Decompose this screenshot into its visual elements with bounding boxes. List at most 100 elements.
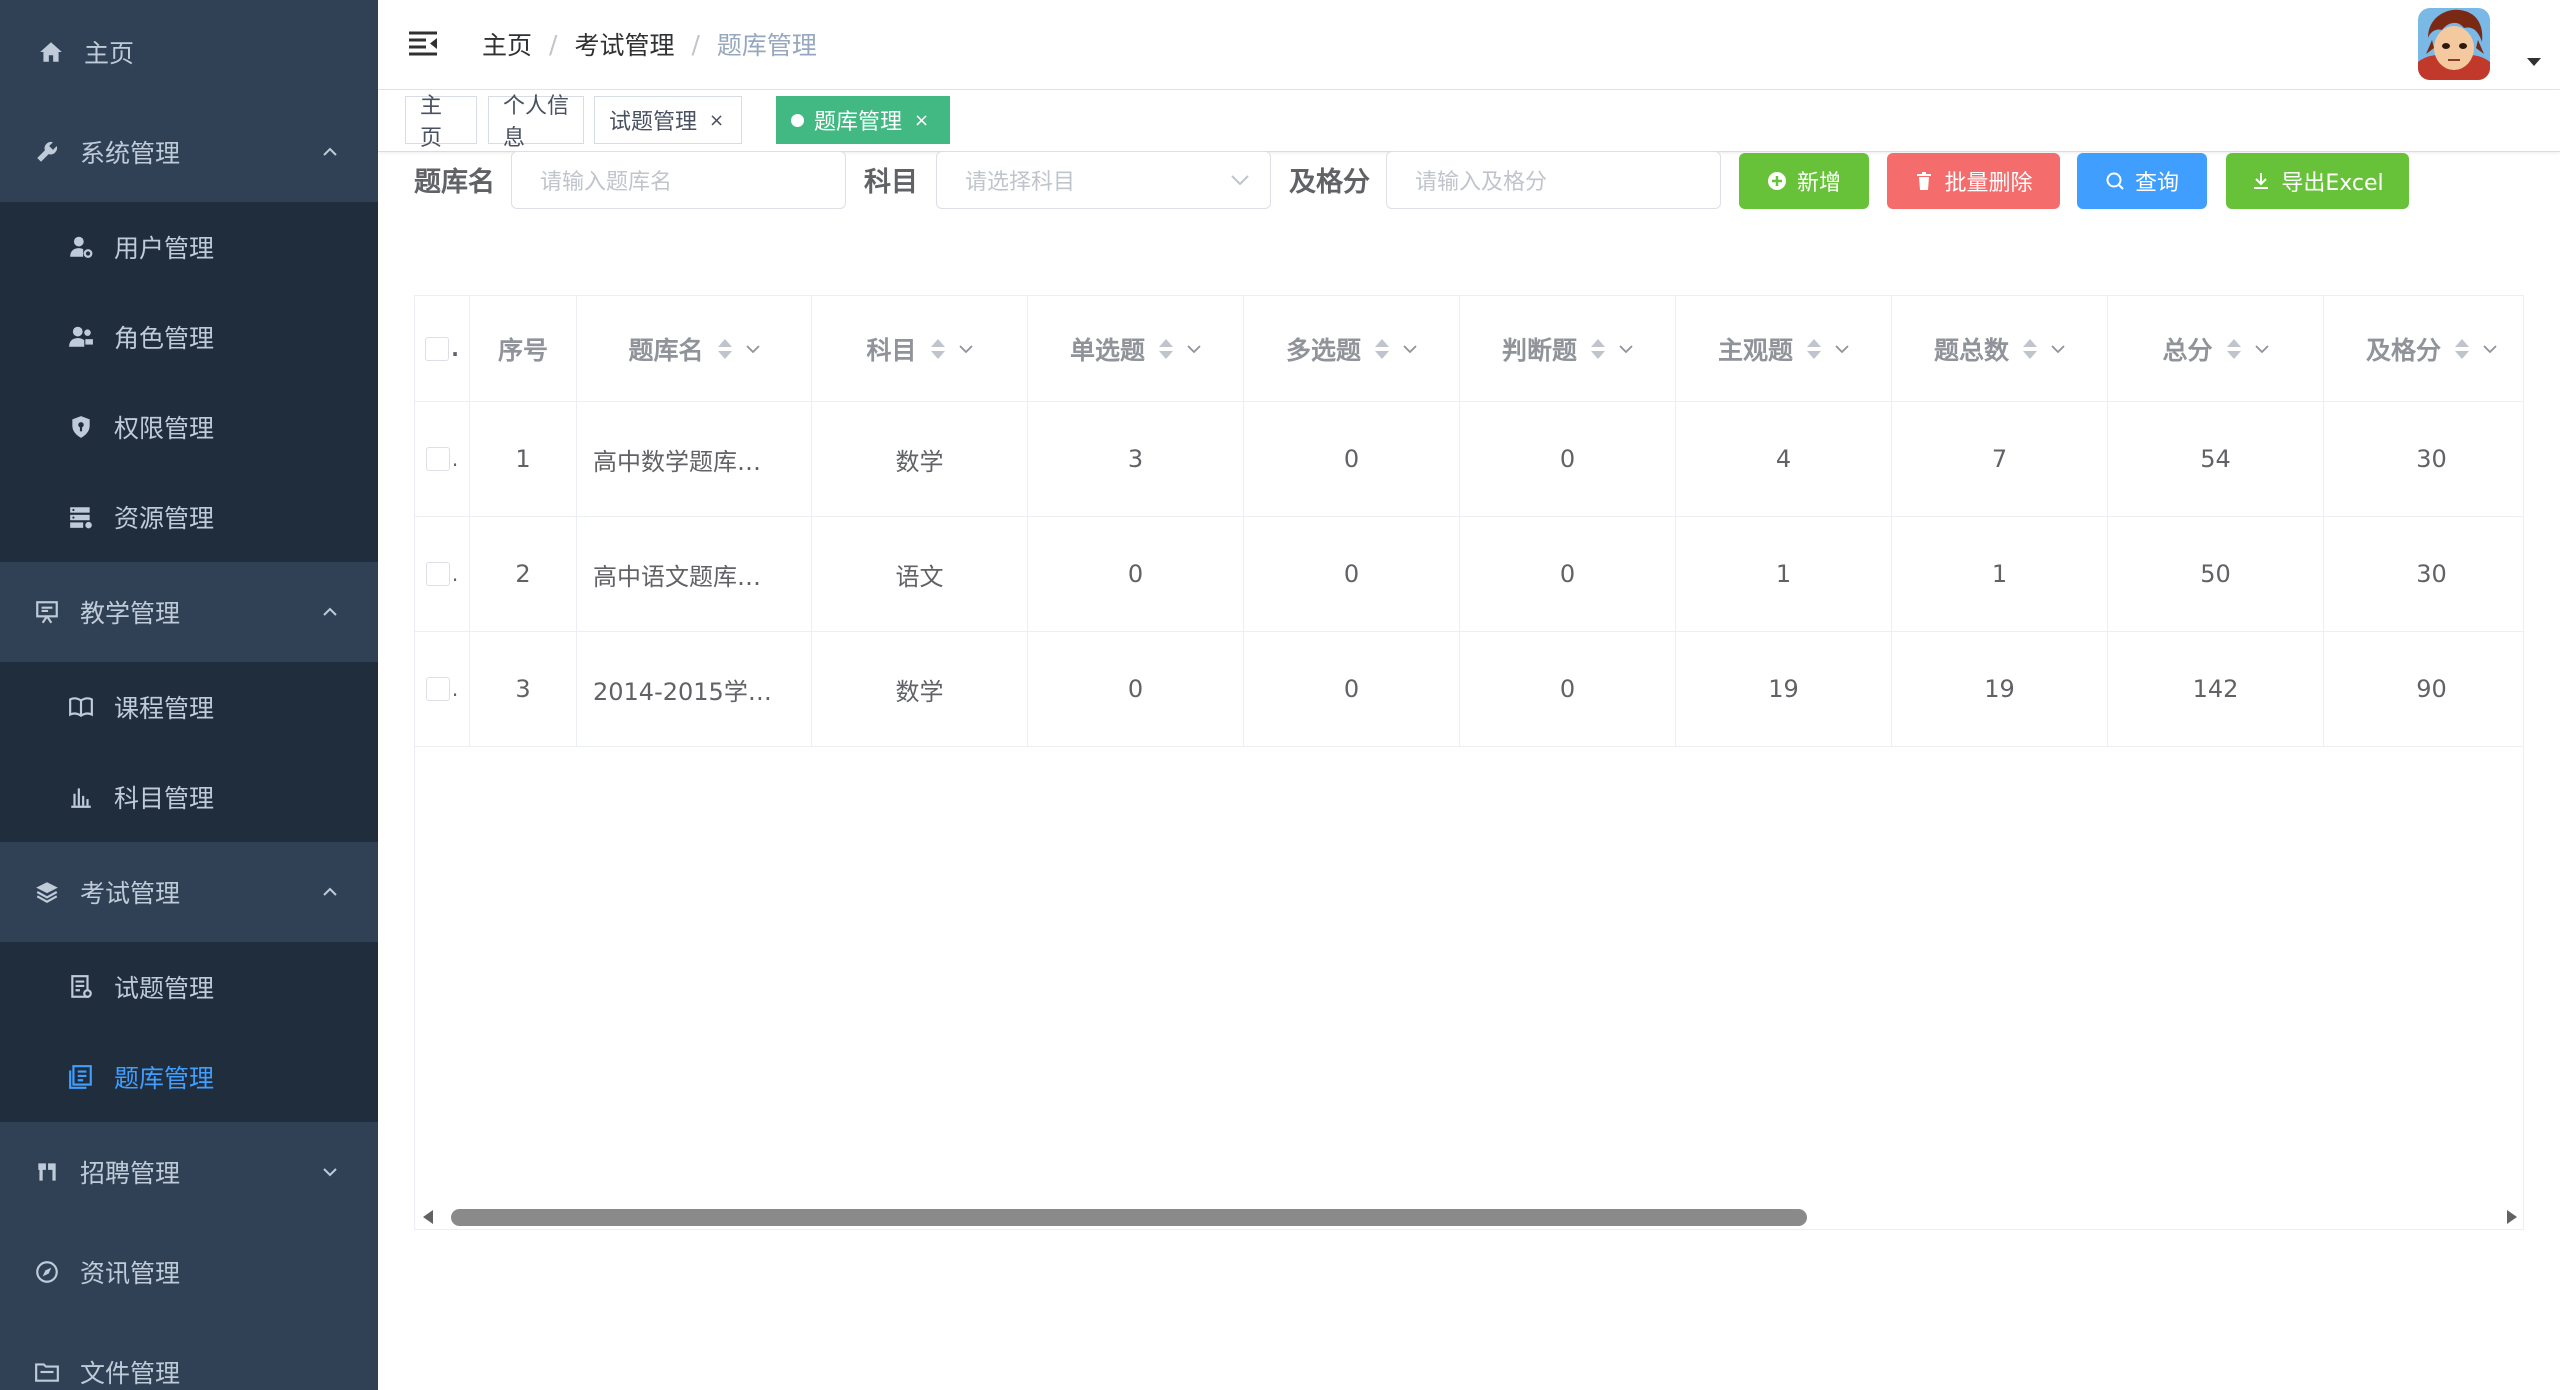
scroll-right-icon[interactable] [2505, 1209, 2519, 1225]
sidebar-item-exam[interactable]: 考试管理 [0, 842, 378, 942]
select-all-checkbox[interactable] [425, 336, 450, 361]
filter-chevron-icon[interactable] [2051, 344, 2065, 354]
filter-chevron-icon[interactable] [1187, 344, 1201, 354]
export-excel-button[interactable]: 导出Excel [2226, 153, 2409, 209]
sidebar-item-questions[interactable]: 试题管理 [0, 942, 378, 1032]
subject-select[interactable]: 请选择科目 [936, 151, 1271, 209]
sort-icon[interactable] [1373, 337, 1391, 361]
sidebar-item-resources[interactable]: 资源管理 [0, 472, 378, 562]
batch-delete-button[interactable]: 批量删除 [1887, 153, 2060, 209]
row-checkbox[interactable] [425, 677, 450, 701]
sort-icon[interactable] [2225, 337, 2243, 361]
recruit-icon [32, 1157, 62, 1187]
hamburger-icon[interactable] [406, 27, 440, 61]
table-header: . 序号 题库名 科目 单选题 多选题 判断题 主观题 题总数 总分 及格分 [415, 296, 2523, 402]
horizontal-scrollbar[interactable] [415, 1203, 2523, 1229]
col-header-label: 单选题 [1069, 335, 1145, 365]
caret-down-icon[interactable] [2526, 56, 2542, 68]
col-header-total-questions[interactable]: 题总数 [1892, 296, 2108, 401]
col-header-multi-choice[interactable]: 多选题 [1244, 296, 1460, 401]
cell-subjective: 1 [1676, 517, 1892, 631]
close-icon[interactable]: × [914, 110, 929, 131]
name-label: 题库名 [414, 167, 495, 198]
batch-delete-button-label: 批量删除 [1944, 171, 2033, 196]
scroll-left-icon[interactable] [421, 1209, 435, 1225]
sidebar-item-teaching[interactable]: 教学管理 [0, 562, 378, 662]
sort-icon[interactable] [716, 337, 734, 361]
col-header-pass-score[interactable]: 及格分 [2324, 296, 2523, 401]
user-icon [66, 232, 96, 262]
breadcrumb-exam[interactable]: 考试管理 [574, 26, 674, 62]
table-row[interactable]: . 1 高中数学题库… 数学 3 0 0 4 7 54 30 [415, 402, 2523, 517]
col-header-true-false[interactable]: 判断题 [1460, 296, 1676, 401]
tag-label: 主页 [420, 94, 443, 151]
cell-true-false: 0 [1460, 517, 1676, 631]
chevron-up-icon [323, 607, 337, 616]
scrollbar-thumb[interactable] [451, 1209, 1807, 1226]
cell-subject: 数学 [812, 632, 1028, 746]
breadcrumb-separator: / [549, 29, 558, 59]
sidebar-item-system[interactable]: 系统管理 [0, 102, 378, 202]
navbar: 主页 / 考试管理 / 题库管理 [378, 0, 2560, 90]
pass-score-input[interactable]: 请输入及格分 [1386, 151, 1721, 209]
add-button[interactable]: 新增 [1739, 153, 1869, 209]
sidebar-item-label: 课程管理 [114, 694, 215, 723]
sidebar-item-users[interactable]: 用户管理 [0, 202, 378, 292]
close-icon[interactable]: × [709, 110, 724, 131]
row-checkbox[interactable] [425, 562, 450, 586]
sidebar-item-news[interactable]: 资讯管理 [0, 1222, 378, 1322]
filter-chevron-icon[interactable] [2483, 344, 2497, 354]
sidebar-item-question-bank[interactable]: 题库管理 [0, 1032, 378, 1122]
sidebar-item-label: 试题管理 [114, 974, 215, 1003]
tag-question-bank[interactable]: 题库管理 × [776, 96, 950, 144]
sort-icon[interactable] [1805, 337, 1823, 361]
filter-chevron-icon[interactable] [958, 344, 973, 354]
layers-icon [32, 877, 62, 907]
sidebar-item-roles[interactable]: 角色管理 [0, 292, 378, 382]
col-header-single-choice[interactable]: 单选题 [1028, 296, 1244, 401]
name-input[interactable]: 请输入题库名 [511, 151, 846, 209]
breadcrumb-current: 题库管理 [716, 31, 817, 60]
query-button[interactable]: 查询 [2077, 153, 2207, 209]
cell-name: 2014-2015学… [577, 632, 812, 746]
table-row[interactable]: . 2 高中语文题库… 语文 0 0 0 1 1 50 30 [415, 517, 2523, 632]
sort-icon[interactable] [1157, 337, 1175, 361]
active-dot-icon [791, 113, 804, 127]
col-header-total-score[interactable]: 总分 [2108, 296, 2324, 401]
filter-chevron-icon[interactable] [1403, 344, 1417, 354]
sidebar-item-label: 教学管理 [80, 599, 181, 628]
tag-label: 个人信息 [503, 94, 570, 151]
app-root: 主页 系统管理 用户管理 角色管理 权限管理 资源管理 教学管理 课程管理 科目… [0, 0, 2560, 1390]
row-checkbox[interactable] [425, 447, 450, 471]
cell-name: 高中数学题库… [577, 402, 812, 516]
sidebar-item-permissions[interactable]: 权限管理 [0, 382, 378, 472]
tag-home[interactable]: 主页 [405, 94, 477, 151]
col-header-subjective[interactable]: 主观题 [1676, 296, 1892, 401]
row-select-cell: . [415, 402, 470, 516]
sidebar-item-courses[interactable]: 课程管理 [0, 662, 378, 752]
sort-icon[interactable] [2021, 337, 2039, 361]
bar-chart-icon [66, 782, 96, 812]
tag-questions[interactable]: 试题管理 × [594, 96, 742, 144]
sort-icon[interactable] [2453, 337, 2471, 361]
filter-chevron-icon[interactable] [2254, 344, 2269, 354]
avatar[interactable] [2418, 8, 2490, 80]
sort-icon[interactable] [1589, 337, 1607, 361]
sort-icon[interactable] [929, 337, 947, 361]
sidebar-item-home[interactable]: 主页 [0, 2, 378, 102]
sidebar-item-recruit[interactable]: 招聘管理 [0, 1122, 378, 1222]
tag-profile[interactable]: 个人信息 [488, 94, 584, 151]
filter-chevron-icon[interactable] [1619, 344, 1633, 354]
sidebar-item-label: 用户管理 [114, 234, 215, 263]
cell-pass-score: 90 [2324, 632, 2523, 746]
col-header-name[interactable]: 题库名 [577, 296, 812, 401]
sidebar-item-subjects[interactable]: 科目管理 [0, 752, 378, 842]
col-header-subject[interactable]: 科目 [812, 296, 1028, 401]
table-row[interactable]: . 3 2014-2015学… 数学 0 0 0 19 19 142 90 [415, 632, 2523, 747]
filter-chevron-icon[interactable] [745, 344, 760, 354]
filter-chevron-icon[interactable] [1835, 344, 1849, 354]
home-icon [36, 37, 66, 67]
breadcrumb-home[interactable]: 主页 [482, 26, 532, 62]
sidebar-item-files[interactable]: 文件管理 [0, 1322, 378, 1390]
cell-single-choice: 3 [1028, 402, 1244, 516]
